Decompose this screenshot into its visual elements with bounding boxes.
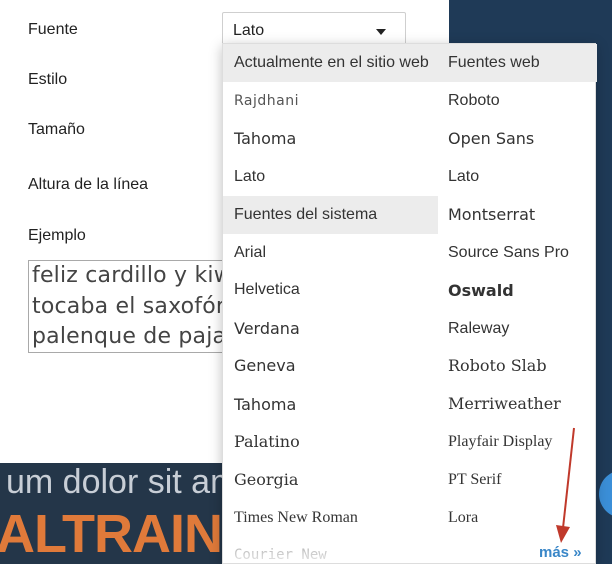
dropdown-option[interactable]: PT Serif bbox=[438, 461, 597, 499]
style-label: Estilo bbox=[28, 71, 68, 88]
font-select-value: Lato bbox=[233, 22, 265, 39]
dropdown-option[interactable]: Georgia bbox=[223, 461, 438, 499]
dropdown-option[interactable]: Roboto Slab bbox=[438, 347, 597, 385]
dropdown-option[interactable]: Open Sans bbox=[438, 120, 597, 158]
example-label: Ejemplo bbox=[28, 227, 86, 244]
font-dropdown-menu: Actualmente en el sitio web Rajdhani Tahom… bbox=[222, 43, 597, 564]
dropdown-option[interactable]: Arial bbox=[223, 234, 438, 272]
banner-line-1: um dolor sit ame bbox=[6, 463, 258, 501]
dropdown-option[interactable]: Lora bbox=[438, 499, 597, 537]
dropdown-option[interactable]: Helvetica bbox=[223, 271, 438, 309]
dropdown-option[interactable]: Tahoma bbox=[223, 120, 438, 158]
size-label: Tamaño bbox=[28, 121, 85, 138]
line-height-label: Altura de la línea bbox=[28, 176, 149, 193]
dropdown-option[interactable]: Raleway bbox=[438, 310, 597, 348]
dropdown-option[interactable]: Oswald bbox=[438, 272, 597, 310]
dropdown-option[interactable]: Montserrat bbox=[438, 196, 597, 234]
dropdown-option[interactable]: Merriweather bbox=[438, 385, 597, 423]
sample-line: palenque de paja. bbox=[32, 324, 228, 349]
font-label: Fuente bbox=[28, 21, 78, 38]
dropdown-option[interactable]: Rajdhani bbox=[223, 82, 438, 120]
dropdown-group-header: Fuentes del sistema bbox=[223, 196, 438, 234]
sample-line: tocaba el saxofón d bbox=[32, 294, 228, 319]
dropdown-group-header: Actualmente en el sitio web bbox=[223, 44, 438, 82]
more-fonts-link[interactable]: más » bbox=[539, 544, 582, 561]
chevron-down-icon bbox=[376, 29, 386, 35]
dropdown-option[interactable]: Lato bbox=[223, 158, 438, 196]
dropdown-option[interactable]: Palatino bbox=[223, 423, 438, 461]
dropdown-option[interactable]: Playfair Display bbox=[438, 423, 597, 461]
dropdown-option[interactable]: Source Sans Pro bbox=[438, 234, 597, 272]
sample-line: feliz cardillo y kiwi. bbox=[32, 263, 228, 288]
dropdown-option[interactable]: Tahoma bbox=[223, 386, 438, 424]
dropdown-group-header: Fuentes web bbox=[438, 44, 597, 82]
dropdown-option[interactable]: Times New Roman bbox=[223, 499, 438, 537]
dropdown-option[interactable]: Roboto bbox=[438, 82, 597, 120]
sample-text-box: feliz cardillo y kiwi. tocaba el saxofón… bbox=[28, 260, 228, 353]
dropdown-option[interactable]: Courier New bbox=[223, 536, 438, 564]
dropdown-option[interactable]: Lato bbox=[438, 158, 597, 196]
dropdown-option[interactable]: Verdana bbox=[223, 310, 438, 348]
floating-action-button[interactable] bbox=[599, 470, 612, 518]
dropdown-option[interactable]: Geneva bbox=[223, 347, 438, 385]
